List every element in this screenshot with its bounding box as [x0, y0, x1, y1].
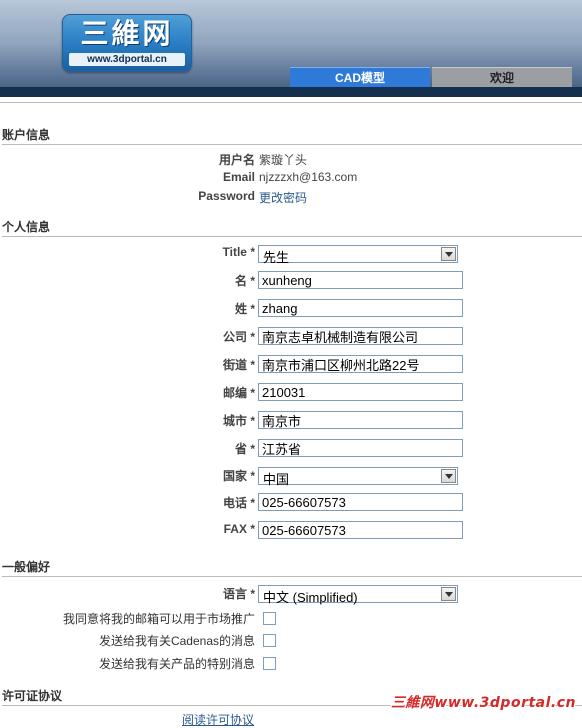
license-link[interactable]: 阅读许可协议 — [182, 711, 254, 728]
pref-product-checkbox[interactable] — [263, 657, 276, 670]
row-language: 语言 * 中文 (Simplified) — [0, 585, 582, 605]
postcode-field[interactable] — [258, 383, 463, 401]
title-select[interactable]: 先生 — [258, 245, 458, 265]
row-company: 公司 * — [0, 327, 582, 347]
email-label: Email — [222, 170, 255, 184]
row-phone: 电话 * — [0, 493, 582, 513]
country-select-value: 中国 — [263, 472, 290, 487]
province-field[interactable] — [258, 439, 463, 457]
last-name-field[interactable] — [258, 299, 463, 317]
pref-cadenas-label: 发送给我有关Cadenas的消息 — [98, 634, 255, 648]
row-username: 用户名 紫璇丫头 — [0, 151, 582, 171]
change-password-link[interactable]: 更改密码 — [259, 189, 307, 206]
language-select[interactable]: 中文 (Simplified) — [258, 585, 458, 605]
fax-field[interactable] — [258, 521, 463, 539]
language-label: 语言 * — [222, 587, 255, 601]
row-city: 城市 * — [0, 411, 582, 431]
street-field[interactable] — [258, 355, 463, 373]
country-select[interactable]: 中国 — [258, 467, 458, 487]
chevron-down-icon[interactable] — [441, 587, 456, 601]
province-label: 省 * — [234, 442, 255, 456]
username-label: 用户名 — [218, 153, 255, 167]
title-select-value: 先生 — [263, 250, 290, 265]
row-postcode: 邮编 * — [0, 383, 582, 403]
row-province: 省 * — [0, 439, 582, 459]
tab-welcome[interactable]: 欢迎 — [432, 67, 572, 89]
divider — [0, 102, 582, 103]
section-title-personal: 个人信息 — [2, 218, 582, 237]
phone-field[interactable] — [258, 493, 463, 511]
watermark: 三維网www.3dportal.cn — [390, 695, 576, 711]
email-value: njzzzxh@163.com — [259, 170, 358, 184]
company-label: 公司 * — [222, 330, 255, 344]
city-field[interactable] — [258, 411, 463, 429]
tab-bar-strip — [0, 87, 582, 97]
username-value: 紫璇丫头 — [259, 153, 308, 167]
first-name-field[interactable] — [258, 271, 463, 289]
phone-label: 电话 * — [222, 496, 255, 510]
postcode-label: 邮编 * — [222, 386, 255, 400]
chevron-down-icon[interactable] — [441, 247, 456, 261]
row-country: 国家 * 中国 — [0, 467, 582, 487]
tab-cad-models[interactable]: CAD模型 — [290, 67, 430, 89]
row-pref-cadenas: 发送给我有关Cadenas的消息 — [0, 632, 582, 652]
row-password: Password 更改密码 — [0, 189, 582, 209]
row-pref-marketing: 我同意将我的邮箱可以用于市场推广 — [0, 610, 582, 630]
chevron-down-icon[interactable] — [441, 469, 456, 483]
row-email: Email njzzzxh@163.com — [0, 170, 582, 190]
row-pref-product: 发送给我有关产品的特别消息 — [0, 655, 582, 675]
section-title-account: 账户信息 — [2, 126, 582, 145]
city-label: 城市 * — [222, 414, 255, 428]
row-fax: FAX * — [0, 521, 582, 541]
row-street: 街道 * — [0, 355, 582, 375]
section-title-preferences: 一般偏好 — [2, 558, 582, 577]
language-select-value: 中文 (Simplified) — [263, 590, 358, 605]
row-title: Title * 先生 — [0, 245, 582, 265]
site-logo[interactable]: 三維网 www.3dportal.cn — [62, 14, 192, 72]
row-last-name: 姓 * — [0, 299, 582, 319]
pref-marketing-checkbox[interactable] — [263, 612, 276, 625]
first-name-label: 名 * — [234, 274, 255, 288]
street-label: 街道 * — [222, 358, 255, 372]
row-first-name: 名 * — [0, 271, 582, 291]
pref-marketing-label: 我同意将我的邮箱可以用于市场推广 — [62, 612, 255, 626]
fax-label: FAX * — [223, 522, 255, 536]
pref-product-label: 发送给我有关产品的特别消息 — [98, 657, 255, 671]
pref-cadenas-checkbox[interactable] — [263, 634, 276, 647]
password-label: Password — [198, 189, 255, 203]
last-name-label: 姓 * — [234, 302, 255, 316]
title-label: Title * — [222, 245, 255, 259]
country-label: 国家 * — [222, 469, 255, 483]
logo-url: www.3dportal.cn — [69, 53, 185, 66]
company-field[interactable] — [258, 327, 463, 345]
logo-text: 三維网 — [80, 17, 174, 50]
